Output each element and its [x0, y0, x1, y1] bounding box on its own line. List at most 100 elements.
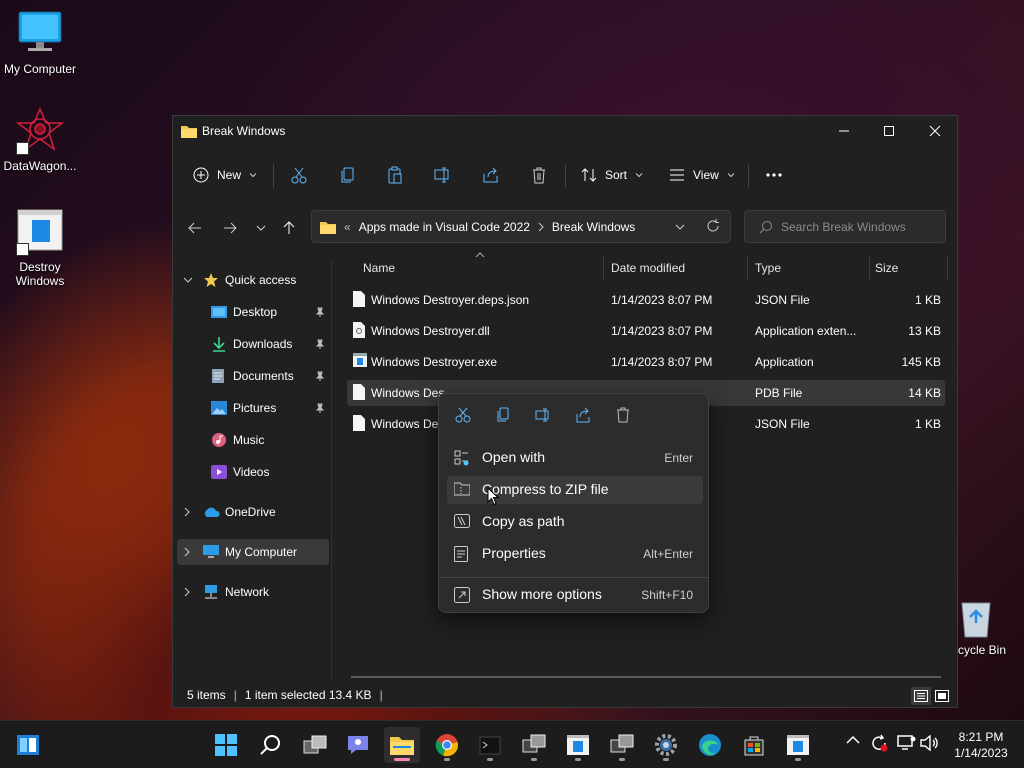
widgets-button[interactable] [10, 727, 46, 763]
column-divider[interactable] [869, 256, 870, 280]
chevron-down-icon[interactable] [183, 276, 193, 284]
nav-quick-access[interactable]: Quick access [177, 267, 329, 293]
thumbnail-view-toggle[interactable] [932, 687, 952, 705]
refresh-icon[interactable] [706, 219, 720, 233]
column-header-type[interactable]: Type [755, 256, 865, 280]
close-button[interactable] [912, 116, 958, 146]
edge-taskbar-button[interactable] [692, 727, 728, 763]
taskbar-clock[interactable]: 8:21 PM 1/14/2023 [946, 729, 1016, 761]
active-indicator [394, 758, 410, 761]
context-delete-button[interactable] [611, 404, 635, 426]
volume-icon[interactable] [920, 735, 940, 751]
file-explorer-taskbar-button[interactable] [384, 727, 420, 763]
maximize-button[interactable] [866, 116, 912, 146]
file-row[interactable]: Windows Destroyer.exe 1/14/2023 8:07 PM … [347, 349, 945, 375]
context-item-compress-zip[interactable]: Compress to ZIP file [447, 476, 703, 504]
chevron-right-icon[interactable] [183, 587, 191, 597]
details-view-toggle[interactable] [911, 687, 931, 705]
sync-icon[interactable] [870, 734, 888, 752]
horizontal-scrollbar[interactable] [351, 676, 941, 678]
chevron-down-icon [635, 171, 643, 179]
context-share-button[interactable] [571, 404, 595, 426]
network-icon[interactable] [896, 735, 916, 751]
settings-taskbar-button[interactable] [648, 727, 684, 763]
app-taskbar-button[interactable] [604, 727, 640, 763]
desktop-icon-my-computer[interactable]: My Computer [0, 10, 80, 76]
desktop-icon-datawagon[interactable]: DataWagon... [0, 107, 80, 173]
share-button[interactable] [482, 160, 500, 190]
search-button[interactable] [252, 727, 288, 763]
recent-locations-button[interactable] [251, 218, 271, 238]
nav-item-downloads[interactable]: Downloads [177, 331, 329, 357]
desktop-icon-destroy-windows[interactable]: Destroy Windows [0, 208, 80, 288]
rename-button[interactable] [434, 160, 452, 190]
breadcrumb-overflow[interactable]: « [344, 220, 351, 234]
running-indicator [663, 758, 669, 761]
minimize-button[interactable] [821, 116, 867, 146]
column-header-size[interactable]: Size [875, 256, 945, 280]
app-taskbar-button[interactable] [516, 727, 552, 763]
title-bar[interactable]: Break Windows [173, 116, 957, 146]
nav-item-network[interactable]: Network [177, 579, 329, 605]
more-options-button[interactable] [765, 160, 783, 190]
address-dropdown-icon[interactable] [675, 223, 685, 231]
destroy-windows-taskbar-button[interactable] [560, 727, 596, 763]
sort-button[interactable]: Sort [581, 160, 643, 190]
nav-item-music[interactable]: Music [177, 427, 329, 453]
desktop-icon-label: cycle Bin [958, 643, 1007, 657]
sort-label: Sort [605, 168, 628, 182]
paste-button[interactable] [386, 160, 404, 190]
chevron-right-icon[interactable] [183, 547, 191, 557]
cut-button[interactable] [290, 160, 308, 190]
nav-item-onedrive[interactable]: OneDrive [177, 499, 329, 525]
address-bar[interactable]: « Apps made in Visual Code 2022 Break Wi… [311, 210, 731, 243]
context-item-copy-as-path[interactable]: Copy as path [447, 508, 703, 536]
forward-button[interactable] [220, 218, 240, 238]
pin-icon[interactable] [315, 371, 325, 381]
nav-item-videos[interactable]: Videos [177, 459, 329, 485]
plus-circle-icon [193, 167, 209, 183]
pane-divider[interactable] [331, 261, 332, 679]
column-divider[interactable] [603, 256, 604, 280]
breadcrumb-item[interactable]: Apps made in Visual Code 2022 [359, 220, 530, 234]
context-cut-button[interactable] [451, 404, 475, 426]
breadcrumb-item[interactable]: Break Windows [552, 220, 635, 234]
nav-item-pictures[interactable]: Pictures [177, 395, 329, 421]
terminal-taskbar-button[interactable] [472, 727, 508, 763]
context-item-open-with[interactable]: Open with Enter [447, 444, 703, 472]
column-header-date[interactable]: Date modified [611, 256, 741, 280]
context-item-properties[interactable]: Properties Alt+Enter [447, 540, 703, 568]
up-button[interactable] [279, 218, 299, 238]
column-header-name[interactable]: Name [363, 256, 599, 280]
context-item-show-more-options[interactable]: Show more options Shift+F10 [447, 581, 703, 609]
folder-icon [181, 124, 197, 138]
nav-item-documents[interactable]: Documents [177, 363, 329, 389]
copy-button[interactable] [339, 160, 357, 190]
task-view-button[interactable] [297, 727, 333, 763]
delete-button[interactable] [530, 160, 548, 190]
start-button[interactable] [208, 727, 244, 763]
store-taskbar-button[interactable] [736, 727, 772, 763]
pin-icon[interactable] [315, 339, 325, 349]
pin-icon[interactable] [315, 307, 325, 317]
column-divider[interactable] [747, 256, 748, 280]
chevron-right-icon[interactable] [183, 507, 191, 517]
new-button[interactable]: New [193, 160, 257, 190]
chat-button[interactable] [340, 727, 376, 763]
context-copy-button[interactable] [491, 404, 515, 426]
back-button[interactable] [185, 218, 205, 238]
pin-icon[interactable] [315, 403, 325, 413]
column-divider[interactable] [947, 256, 948, 280]
search-input[interactable]: Search Break Windows [744, 210, 946, 243]
chevron-up-icon[interactable] [846, 735, 860, 745]
file-row[interactable]: Windows Destroyer.dll 1/14/2023 8:07 PM … [347, 318, 945, 344]
context-rename-button[interactable] [531, 404, 555, 426]
running-indicator [487, 758, 493, 761]
nav-item-desktop[interactable]: Desktop [177, 299, 329, 325]
destroy-windows-app-icon [566, 734, 590, 756]
nav-item-my-computer[interactable]: My Computer [177, 539, 329, 565]
file-row[interactable]: Windows Destroyer.deps.json 1/14/2023 8:… [347, 287, 945, 313]
destroy-windows-taskbar-button[interactable] [780, 727, 816, 763]
chrome-taskbar-button[interactable] [429, 727, 465, 763]
view-button[interactable]: View [669, 160, 735, 190]
